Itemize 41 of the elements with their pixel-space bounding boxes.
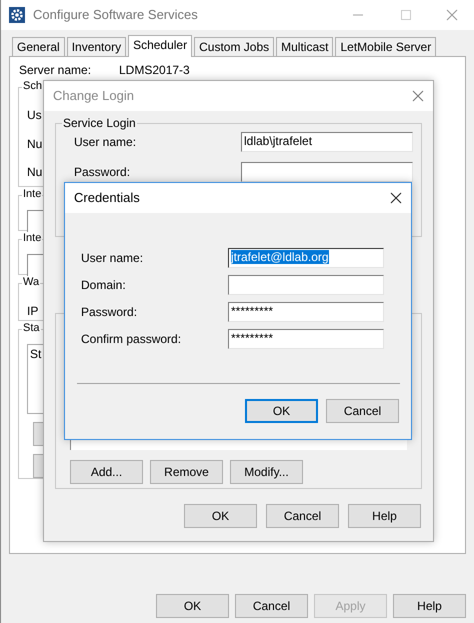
dialog-button[interactable]: Help (393, 594, 466, 618)
dialog-button[interactable]: OK (245, 399, 318, 423)
gear-icon (9, 7, 25, 23)
dialog-button[interactable]: Modify... (230, 460, 303, 484)
tab[interactable]: Inventory (66, 37, 126, 56)
input-field[interactable]: jtrafelet@ldlab.org (228, 248, 384, 268)
input-field[interactable]: ********* (228, 329, 384, 349)
tab[interactable]: General (12, 37, 65, 56)
dialog-button[interactable]: Remove (150, 460, 223, 484)
dialog-button[interactable]: OK (156, 594, 229, 618)
close-icon[interactable] (390, 192, 402, 204)
field-label: Nu (27, 136, 42, 152)
dialog-button[interactable]: Cancel (235, 594, 308, 618)
dialog-title: Change Login (53, 88, 134, 104)
field-label: IP (27, 304, 38, 319)
field-label: User name: (74, 134, 136, 150)
dialog-button[interactable]: Add... (70, 460, 143, 484)
field-label: Password: (81, 304, 138, 320)
field-label: Us (27, 108, 42, 123)
field-label: Nu (27, 165, 42, 180)
dialog-button[interactable]: Cancel (326, 399, 399, 423)
dialog-title: Credentials (74, 190, 140, 206)
server-name-value: LDMS2017-3 (119, 63, 190, 78)
input-field[interactable]: ldlab\jtrafelet (241, 132, 413, 152)
window-title: Configure Software Services (33, 7, 199, 23)
field-label: Password: (74, 164, 130, 180)
dialog-button[interactable]: OK (184, 504, 257, 528)
field-label: Confirm password: (81, 332, 182, 346)
input-field[interactable] (228, 275, 384, 295)
field-label: User name: (81, 250, 144, 266)
tab[interactable]: Multicast (276, 37, 334, 56)
tab[interactable]: LetMobile Server (335, 37, 436, 56)
tab[interactable]: Custom Jobs (194, 37, 274, 56)
field-label: Server name: (19, 63, 92, 78)
input-field[interactable]: ********* (228, 302, 384, 322)
input-field[interactable] (241, 162, 413, 182)
field-label: Domain: (81, 278, 126, 292)
tab[interactable]: Scheduler (128, 35, 192, 57)
dialog-button[interactable]: Help (348, 504, 421, 528)
dialog-button[interactable]: Cancel (266, 504, 339, 528)
group-title: Service Login (62, 116, 137, 130)
